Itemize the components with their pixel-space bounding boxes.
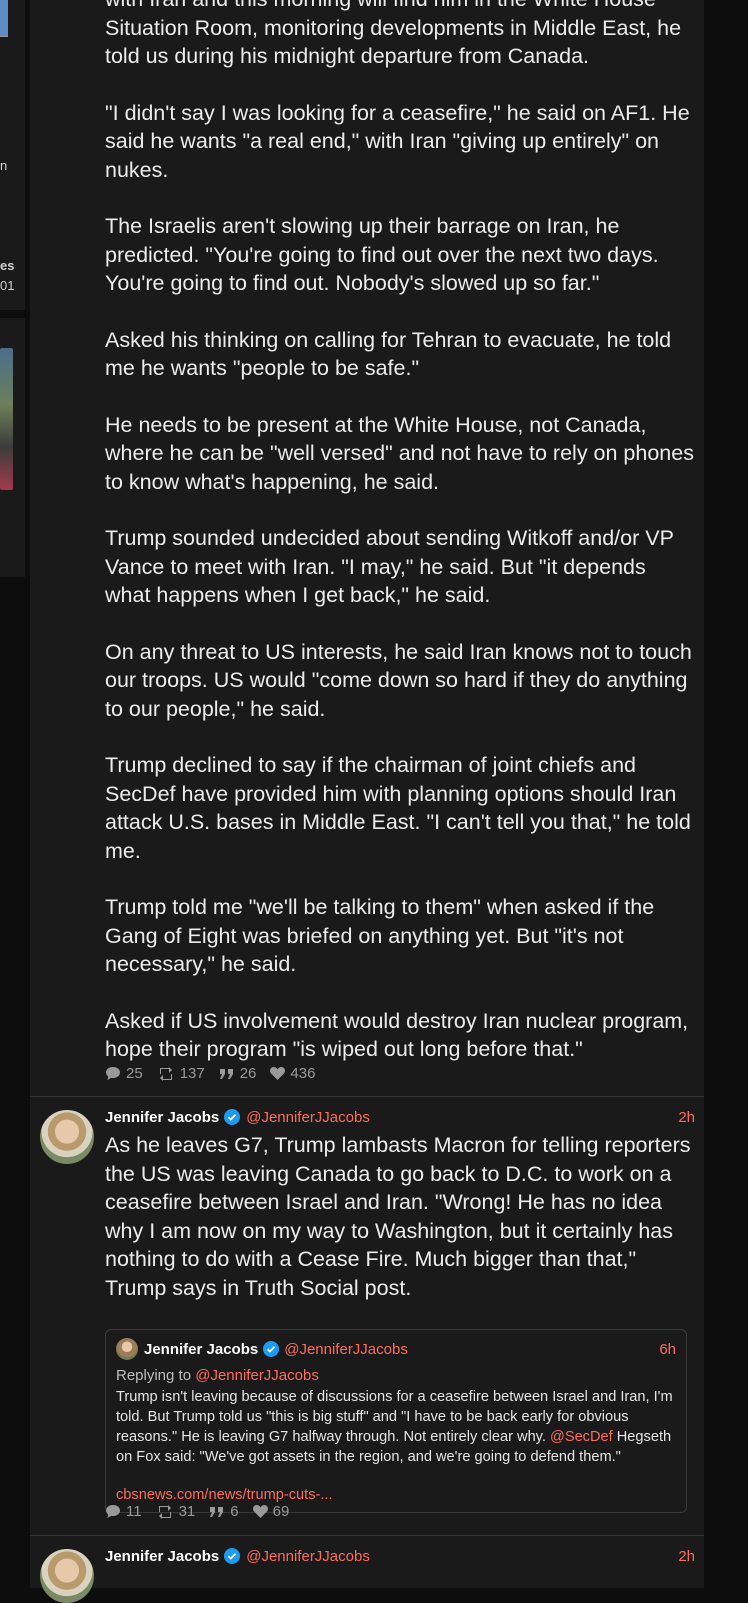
quote-content: Trump isn't leaving because of discussio… <box>116 1387 681 1467</box>
status-header: Jennifer Jacobs @JenniferJJacobs 2h <box>105 1546 695 1566</box>
quote-author-name[interactable]: Jennifer Jacobs <box>144 1341 258 1358</box>
status-paragraph: Trump told me "we'll be talking to them"… <box>105 895 655 976</box>
reply-indicator: Replying to @JenniferJJacobs <box>116 1367 319 1384</box>
quote-icon <box>210 1506 224 1517</box>
quote-author-handle[interactable]: @JenniferJJacobs <box>284 1341 408 1358</box>
timeline: with Iran and this morning will find him… <box>30 0 704 1603</box>
reblog-button[interactable]: 31 <box>156 1503 196 1520</box>
sidebar-text-fragment: es <box>0 258 15 273</box>
like-button[interactable]: 69 <box>252 1503 290 1520</box>
quote-avatar[interactable] <box>116 1338 138 1360</box>
timestamp[interactable]: 2h <box>678 1109 695 1126</box>
status-paragraph: As he leaves G7, Trump lambasts Macron f… <box>105 1133 691 1300</box>
status-content: with Iran and this morning will find him… <box>105 0 695 1092</box>
divider <box>30 1535 704 1536</box>
external-link[interactable]: cbsnews.com/news/trump-cuts-... <box>116 1487 333 1503</box>
quote-count: 6 <box>230 1503 239 1520</box>
left-sidebar-fragment: n es 01 <box>0 0 25 577</box>
reply-count: 11 <box>126 1503 142 1520</box>
status-paragraph: Asked if US involvement would destroy Ir… <box>105 1008 689 1062</box>
status-header: Jennifer Jacobs @JenniferJJacobs 2h <box>105 1107 695 1127</box>
status-action-bar: 11 31 6 69 <box>105 1503 289 1520</box>
verified-icon <box>263 1341 280 1357</box>
reply-button[interactable]: 11 <box>105 1503 142 1520</box>
heart-icon <box>252 1505 268 1518</box>
thumbnail-image[interactable] <box>0 0 8 37</box>
reblog-icon <box>159 1066 172 1081</box>
quote-button[interactable]: 6 <box>209 1503 239 1520</box>
status-action-bar: 25 137 26 436 <box>105 1065 315 1082</box>
reblog-count: 31 <box>178 1503 196 1520</box>
reply-icon <box>106 1505 120 1518</box>
reblog-count: 137 <box>179 1065 205 1082</box>
divider <box>30 1096 704 1097</box>
verified-badge <box>263 1341 280 1357</box>
author-handle[interactable]: @JenniferJJacobs <box>246 1109 370 1126</box>
reply-count: 25 <box>126 1065 143 1082</box>
quote-button[interactable]: 26 <box>219 1065 257 1082</box>
sidebar-text-fragment: 01 <box>0 278 15 293</box>
status-paragraph: Trump sounded undecided about sending Wi… <box>105 526 674 607</box>
quote-header: Jennifer Jacobs @JenniferJJacobs 6h <box>144 1338 676 1360</box>
reply-prefix: Replying to <box>116 1367 192 1384</box>
status-paragraph: On any threat to US interests, he said I… <box>105 639 692 721</box>
sidebar-text-fragment: n <box>0 158 8 173</box>
reblog-button[interactable]: 137 <box>157 1065 205 1082</box>
mention-link[interactable]: @SecDef <box>550 1429 613 1445</box>
timestamp[interactable]: 2h <box>678 1548 695 1565</box>
reply-button[interactable]: 25 <box>105 1065 143 1082</box>
status-paragraph: Asked his thinking on calling for Tehran… <box>105 327 672 381</box>
verified-badge <box>224 1109 241 1125</box>
author-handle[interactable]: @JenniferJJacobs <box>246 1548 370 1565</box>
avatar[interactable] <box>40 1549 94 1603</box>
quote-count: 26 <box>239 1065 257 1082</box>
avatar[interactable] <box>40 1110 94 1164</box>
status-paragraph: The Israelis aren't slowing up their bar… <box>105 214 659 295</box>
quote-icon <box>219 1068 233 1079</box>
like-button[interactable]: 436 <box>270 1065 315 1082</box>
quoted-post[interactable]: Jennifer Jacobs @JenniferJJacobs 6h Repl… <box>105 1329 687 1513</box>
status-paragraph: with Iran and this morning will find him… <box>105 0 682 68</box>
like-count: 69 <box>272 1503 290 1520</box>
reblog-icon <box>158 1504 171 1519</box>
status-paragraph: "I didn't say I was looking for a ceasef… <box>105 100 690 182</box>
reply-icon <box>106 1067 120 1080</box>
verified-icon <box>224 1548 241 1564</box>
reply-handle[interactable]: @JenniferJJacobs <box>195 1367 319 1384</box>
verified-badge <box>224 1548 241 1564</box>
like-count: 436 <box>290 1065 316 1082</box>
author-name[interactable]: Jennifer Jacobs <box>105 1109 219 1126</box>
status-content: As he leaves G7, Trump lambasts Macron f… <box>105 1131 695 1330</box>
status-paragraph: Trump declined to say if the chairman of… <box>105 753 691 863</box>
thumbnail-image[interactable] <box>0 348 13 490</box>
status-paragraph: He needs to be present at the White Hous… <box>105 412 694 494</box>
heart-icon <box>270 1067 286 1080</box>
quote-timestamp[interactable]: 6h <box>659 1341 676 1358</box>
verified-icon <box>224 1109 241 1125</box>
author-name[interactable]: Jennifer Jacobs <box>105 1548 219 1565</box>
